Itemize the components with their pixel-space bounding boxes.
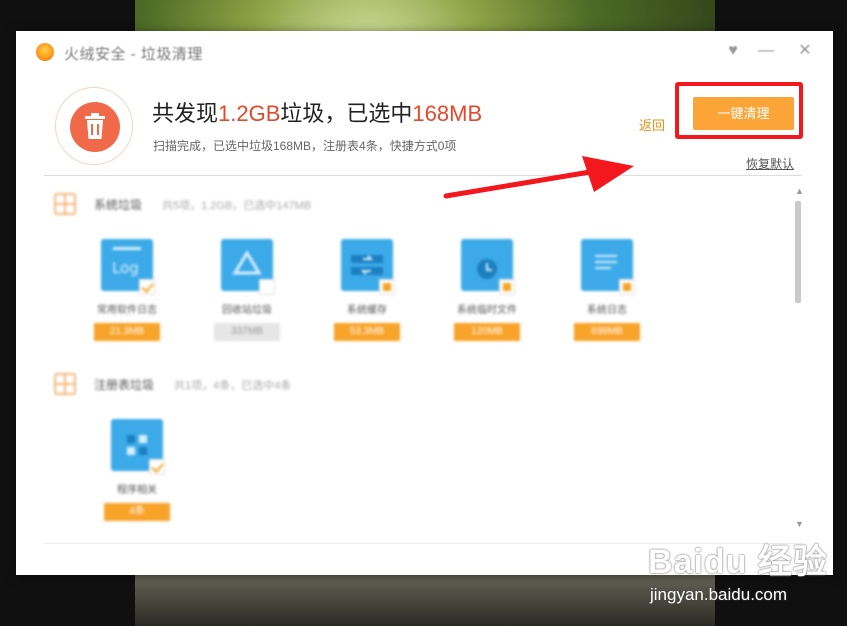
window-title: 火绒安全 - 垃圾清理 bbox=[64, 46, 203, 63]
restore-default-link[interactable]: 恢复默认 bbox=[746, 155, 794, 172]
tile-size: 53.3MB bbox=[334, 323, 400, 341]
checkbox[interactable] bbox=[499, 279, 515, 295]
tile-system-log[interactable]: 系统日志 698MB bbox=[571, 239, 643, 349]
one-click-clean-button[interactable]: 一键清理 bbox=[693, 97, 794, 130]
tile-program-related[interactable]: 程序相关 4条 bbox=[101, 419, 173, 529]
registry-section-icon bbox=[54, 373, 76, 395]
watermark-brand: Baidu 经验 bbox=[648, 543, 828, 581]
tile-size: 21.3MB bbox=[94, 323, 160, 341]
baidu-jingyan-watermark: Baidu 经验 jingyan.baidu.com bbox=[640, 528, 845, 613]
trash-icon bbox=[70, 102, 120, 152]
junk-category-list: 系统垃圾 共5项，1.2GB，已选中147MB Log 常用软件日志 21.3M… bbox=[44, 181, 796, 541]
tile-label: 系统临时文件 bbox=[457, 305, 517, 316]
checkbox[interactable] bbox=[379, 279, 395, 295]
close-button[interactable]: ✕ bbox=[795, 41, 815, 61]
annotation-arrow-icon bbox=[443, 156, 634, 199]
huorong-logo-icon bbox=[36, 43, 54, 61]
tile-label: 常用软件日志 bbox=[97, 305, 157, 316]
watermark-url: jingyan.baidu.com bbox=[650, 585, 788, 604]
tile-system-cache[interactable]: 系统缓存 53.3MB bbox=[331, 239, 403, 349]
scrollbar-thumb[interactable] bbox=[795, 201, 801, 303]
tile-size: 698MB bbox=[574, 323, 640, 341]
tile-size: 120MB bbox=[454, 323, 520, 341]
tile-label: 程序相关 bbox=[117, 485, 157, 496]
total-junk-size: 1.2GB bbox=[218, 101, 281, 126]
checkbox[interactable] bbox=[619, 279, 635, 295]
minimize-button[interactable]: — bbox=[756, 41, 776, 61]
checkbox[interactable] bbox=[139, 279, 155, 295]
tile-common-software-log[interactable]: Log 常用软件日志 21.3MB bbox=[91, 239, 163, 349]
tile-recycle-bin[interactable]: 回收站垃圾 337MB bbox=[211, 239, 283, 349]
tile-size: 337MB bbox=[214, 323, 280, 341]
skin-icon[interactable]: ♥ bbox=[723, 41, 743, 61]
tile-system-temp-files[interactable]: 系统临时文件 120MB bbox=[451, 239, 523, 349]
tile-label: 系统日志 bbox=[587, 305, 627, 316]
section-registry-junk[interactable]: 注册表垃圾 共1项，4条，已选中4条 bbox=[54, 373, 654, 397]
windows-icon bbox=[54, 193, 76, 215]
selected-junk-size: 168MB bbox=[412, 101, 483, 126]
result-header: 共发现1.2GB垃圾，已选中168MB 扫描完成，已选中垃圾168MB，注册表4… bbox=[16, 81, 833, 181]
cleaner-window: 火绒安全 - 垃圾清理 ♥ — ✕ 共发现1.2GB垃圾，已选中168MB 扫描… bbox=[16, 31, 833, 575]
scan-summary: 扫描完成，已选中垃圾168MB，注册表4条，快捷方式0项 bbox=[153, 139, 457, 153]
scroll-up-arrow-icon[interactable]: ▲ bbox=[795, 186, 804, 196]
scan-headline: 共发现1.2GB垃圾，已选中168MB bbox=[152, 96, 482, 128]
headline-prefix: 共发现 bbox=[152, 101, 219, 126]
tile-size: 4条 bbox=[104, 503, 170, 521]
header-divider bbox=[44, 175, 802, 176]
tile-label: 回收站垃圾 bbox=[222, 305, 272, 316]
svg-text:Log: Log bbox=[112, 259, 139, 277]
section-detail: 共1项，4条，已选中4条 bbox=[174, 380, 292, 392]
section-detail: 共5项，1.2GB，已选中147MB bbox=[162, 200, 312, 212]
title-bar[interactable]: 火绒安全 - 垃圾清理 ♥ — ✕ bbox=[16, 31, 833, 71]
section-title: 系统垃圾 bbox=[94, 198, 143, 212]
tile-label: 系统缓存 bbox=[347, 305, 387, 316]
checkbox[interactable] bbox=[259, 279, 275, 295]
back-link[interactable]: 返回 bbox=[639, 115, 665, 134]
headline-mid: 垃圾，已选中 bbox=[280, 101, 413, 126]
section-title: 注册表垃圾 bbox=[94, 378, 155, 392]
checkbox[interactable] bbox=[149, 459, 165, 475]
trash-badge bbox=[55, 87, 133, 165]
